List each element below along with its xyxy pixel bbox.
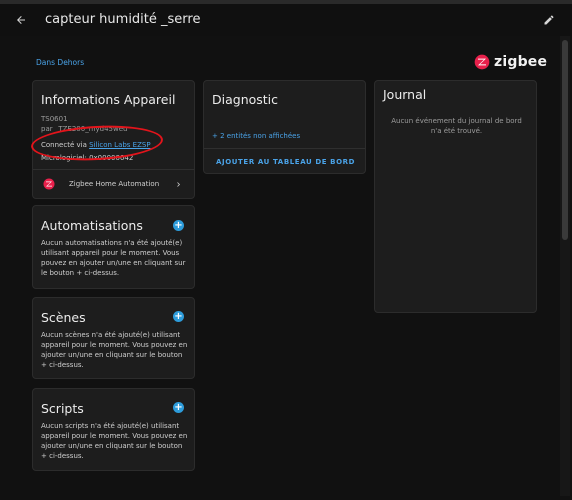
diagnostic-card: Diagnostic + 2 entités non affichées AJO… (203, 80, 366, 174)
page-scrollbar[interactable] (560, 36, 570, 496)
automations-card: Automatisations + Aucun automatisations … (32, 205, 195, 289)
add-to-dashboard-button[interactable]: AJOUTER AU TABLEAU DE BORD (216, 158, 355, 166)
diagnostic-title: Diagnostic (212, 92, 279, 107)
zigbee-logo: zigbee (474, 53, 547, 71)
add-script-button[interactable]: + (173, 402, 184, 413)
scripts-title: Scripts (41, 401, 84, 416)
automations-title: Automatisations (41, 218, 143, 233)
arrow-left-icon (17, 16, 25, 24)
chevron-right-icon (177, 182, 180, 187)
zigbee-integration-icon (43, 178, 55, 190)
scripts-card: Scripts + Aucun scripts n'a été ajouté(e… (32, 388, 195, 471)
add-scene-button[interactable]: + (173, 311, 184, 322)
area-link[interactable]: Dans Dehors (36, 58, 84, 67)
pencil-icon (544, 15, 554, 25)
integration-label: Zigbee Home Automation (69, 180, 160, 188)
logbook-empty-text: Aucun événement du journal de bord n'a é… (391, 117, 522, 135)
integration-row[interactable]: Zigbee Home Automation (33, 171, 194, 197)
scrollbar-thumb[interactable] (562, 40, 568, 240)
card-divider (33, 169, 194, 170)
app-toolbar: capteur humidité _serre (0, 4, 572, 36)
page-title: capteur humidité _serre (45, 12, 201, 27)
zigbee-logo-icon (474, 54, 490, 70)
zigbee-logo-text: zigbee (494, 54, 548, 70)
device-info-title: Informations Appareil (41, 92, 176, 107)
card-divider (204, 148, 365, 149)
scenes-empty-text: Aucun scènes n'a été ajouté(e) utilisant… (41, 331, 188, 369)
automations-empty-text: Aucun automatisations n'a été ajouté(e) … (41, 239, 186, 277)
scenes-title: Scènes (41, 310, 86, 325)
device-model: TS0601 (41, 115, 68, 123)
scripts-empty-text: Aucun scripts n'a été ajouté(e) utilisan… (41, 422, 188, 460)
logbook-card: Journal Aucun événement du journal de bo… (374, 80, 537, 313)
back-button[interactable] (12, 11, 30, 29)
add-automation-button[interactable]: + (173, 220, 184, 231)
scenes-card: Scènes + Aucun scènes n'a été ajouté(e) … (32, 297, 195, 379)
edit-button[interactable] (540, 11, 558, 29)
hidden-entities-link[interactable]: + 2 entités non affichées (212, 131, 300, 141)
logbook-title: Journal (383, 87, 427, 102)
